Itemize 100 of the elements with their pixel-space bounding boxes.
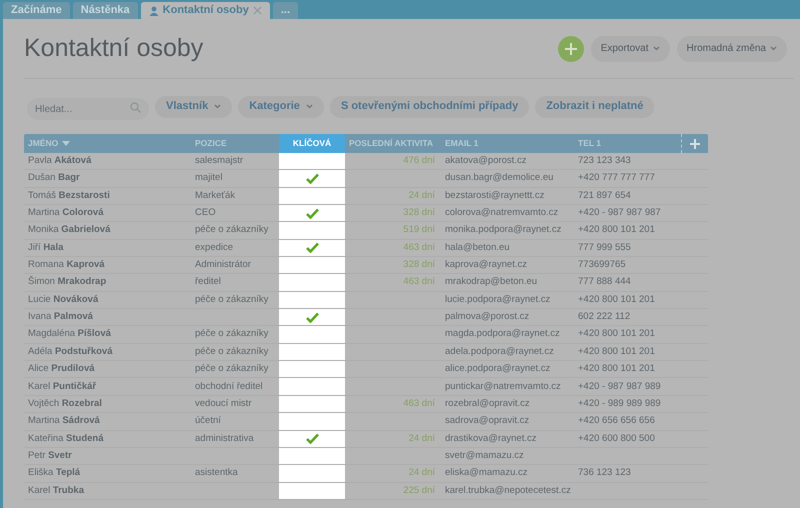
table-cell-text: Lucie Nováková (27, 292, 100, 307)
table-cell-text: 225 dní (402, 484, 436, 498)
column-header[interactable]: KLÍČOVÁ (279, 134, 345, 153)
table-cell-text: Kateřina Studená (27, 432, 105, 446)
table-cell-text: majitel (194, 171, 224, 186)
table-cell-text: magda.podpora@raynet.cz (444, 327, 561, 342)
table-cell-text: 24 dní (408, 466, 436, 480)
table-cell-text: péče o zákazníky (194, 327, 270, 342)
table-cell-text: salesmajstr (194, 154, 244, 168)
filter-button[interactable]: S otevřenými obchodními případy (330, 96, 530, 118)
table-cell-text: Alice Prudilová (27, 362, 96, 376)
table-cell-text: 777 888 444 (577, 275, 632, 290)
table-cell-text: Karel Trubka (27, 484, 86, 498)
table-cell-text: péče o zákazníky (194, 362, 270, 376)
table-cell-text: +420 800 101 201 (577, 327, 656, 342)
filter-button[interactable]: Kategorie (238, 96, 324, 118)
table-cell-text: účetní (194, 414, 222, 428)
table-cell-text: +420 - 987 987 987 (577, 206, 662, 220)
table-cell-text: asistentka (194, 466, 239, 480)
table-cell-text: +420 656 656 656 (577, 414, 656, 428)
table-cell-text: drastikova@raynet.cz (444, 432, 538, 446)
table-cell-text: lucie.podpora@raynet.cz (444, 292, 552, 307)
tab[interactable]: Kontaktní osoby (140, 2, 270, 19)
table-cell-text: hala@beton.eu (444, 240, 511, 255)
close-icon[interactable] (252, 6, 262, 15)
table-cell-text: akatova@porost.cz (444, 154, 528, 168)
table-cell-text: Adéla Podstuřková (27, 344, 114, 359)
tab[interactable]: Začínáme (3, 2, 70, 19)
table-cell-text: Administrátor (194, 258, 252, 272)
table-cell-text: Martina Sádrová (27, 414, 101, 428)
table-cell-text: 723 123 343 (577, 154, 632, 168)
table-cell-text: péče o zákazníky (194, 344, 270, 359)
column-header[interactable]: EMAIL 1 (441, 134, 574, 153)
table-cell-text: 519 dní (402, 223, 436, 238)
table-cell-text: expedice (194, 240, 234, 255)
table-cell-text: 24 dní (408, 188, 436, 203)
chevron-down-icon (770, 46, 777, 51)
table-cell-text: 773699765 (577, 258, 627, 272)
person-icon (148, 6, 159, 16)
checkmark-icon (306, 312, 318, 323)
table-cell-text: 328 dní (402, 258, 436, 272)
table-cell-text: alice.podpora@raynet.cz (444, 362, 552, 376)
table-cell-text: administrativa (194, 432, 255, 446)
table-cell-text: Petr Svetr (27, 448, 73, 463)
checkmark-icon (306, 208, 318, 219)
table-cell-text: obchodní ředitel (194, 380, 264, 394)
table-cell-text: Karel Puntičkář (27, 380, 98, 394)
tab[interactable]: Nástěnka (72, 2, 138, 19)
add-button[interactable] (558, 36, 584, 62)
table-cell-text: 602 222 112 (577, 310, 632, 324)
dropdown-button[interactable]: Exportovat (590, 36, 670, 62)
chevron-down-icon (214, 104, 222, 109)
table-cell-text: Dušan Bagr (27, 171, 81, 186)
table-cell-text: +420 800 101 201 (577, 292, 656, 307)
table-cell-text: +420 600 800 500 (577, 432, 656, 446)
column-header[interactable]: TEL 1 (574, 134, 681, 153)
table-cell-text: 24 dní (408, 432, 436, 446)
table-cell-text: kaprova@raynet.cz (444, 258, 528, 272)
sort-down-icon (62, 141, 70, 146)
page-title: Kontaktní osoby (24, 32, 204, 64)
table-cell-text: +420 - 989 989 989 (577, 396, 662, 411)
table-cell-text: Eliška Teplá (27, 466, 82, 480)
filter-button[interactable]: Vlastník (155, 96, 232, 118)
chevron-down-icon (306, 104, 313, 109)
table-cell-text: Vojtěch Rozebral (27, 396, 103, 411)
search-field[interactable]: Hledat... (27, 98, 149, 120)
table-cell-text: péče o zákazníky (194, 223, 270, 238)
table-cell-text: CEO (194, 206, 217, 220)
checkmark-icon (306, 433, 318, 444)
table-cell-text: +420 - 987 987 989 (577, 380, 662, 394)
table-cell-text: svetr@mamazu.cz (444, 448, 525, 463)
table-cell-text: +420 800 101 201 (577, 223, 656, 238)
tab[interactable]: ... (272, 2, 298, 19)
table-cell-text: péče o zákazníky (194, 292, 270, 307)
column-header[interactable]: POSLEDNÍ AKTIVITA (345, 134, 441, 153)
dropdown-button[interactable]: Hromadná změna (676, 36, 787, 62)
chevron-down-icon (652, 46, 660, 51)
table-cell-text: 463 dní (402, 396, 436, 411)
table-cell-text: 777 999 555 (577, 240, 632, 255)
table-cell-text: 721 897 654 (577, 188, 632, 203)
column-header[interactable]: POZICE (191, 134, 279, 153)
table-cell-text: Tomáš Bezstarosti (27, 188, 111, 203)
table-cell-text: ředitel (194, 275, 222, 290)
table-cell-text: adela.podpora@raynet.cz (444, 344, 555, 359)
table-cell-text: bezstarosti@raynettt.cz (444, 188, 546, 203)
table-cell-text: Markeťák (194, 188, 236, 203)
table-cell-text: eliska@mamazu.cz (444, 466, 528, 480)
filter-button[interactable]: Zobrazit i neplatné (535, 96, 654, 118)
table-cell-text: Martina Colorová (27, 206, 105, 220)
column-header[interactable]: JMÉNO (24, 134, 191, 153)
table-cell-text: puntickar@natremvamto.cz (444, 380, 562, 394)
table-cell-text: vedoucí mistr (194, 396, 252, 411)
table-cell-text: monika.podpora@raynet.cz (444, 223, 562, 238)
table-cell-text: Ivana Palmová (27, 310, 94, 324)
plus-icon (564, 42, 577, 54)
plus-icon (690, 138, 700, 148)
table-cell-text: rozebral@opravit.cz (444, 396, 531, 411)
table-cell-text: 463 dní (402, 240, 436, 255)
table-cell-text: +420 777 777 777 (577, 171, 656, 186)
table-cell-text: sadrova@opravit.cz (444, 414, 530, 428)
